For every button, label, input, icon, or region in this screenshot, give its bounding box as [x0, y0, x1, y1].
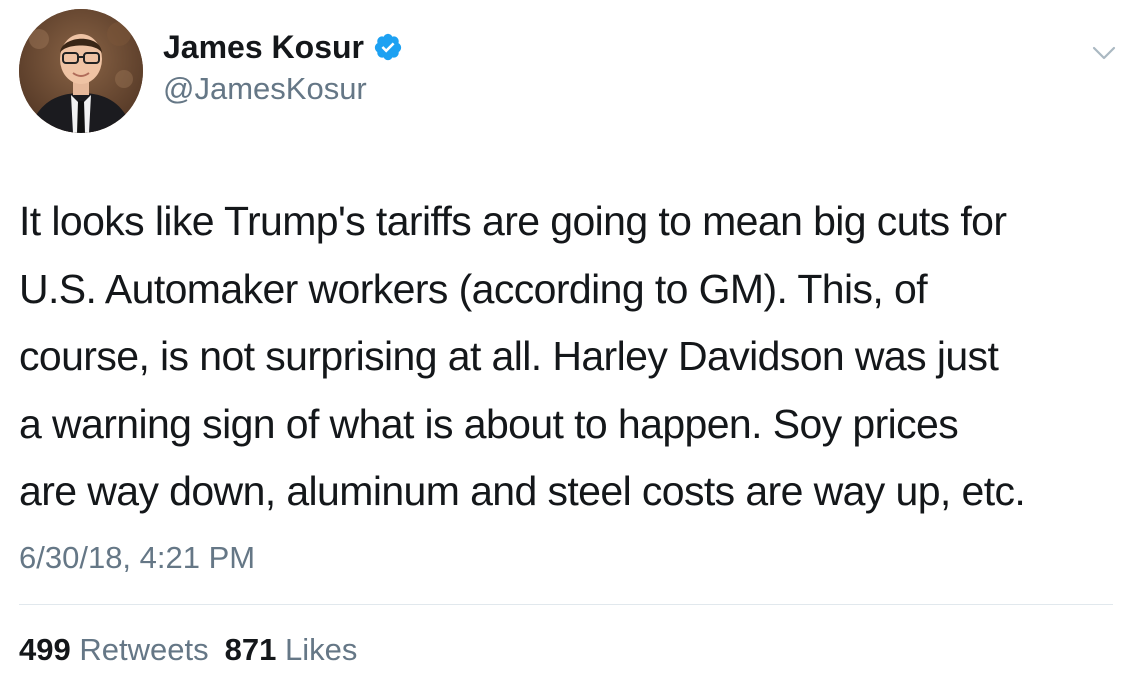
author-name[interactable]: James Kosur — [163, 27, 403, 67]
tweet-text: It looks like Trump's tariffs are going … — [19, 188, 1124, 526]
retweets-count: 499 — [19, 632, 71, 667]
verified-badge-icon — [374, 33, 402, 61]
tweet-text-line: a warning sign of what is about to happe… — [19, 400, 959, 447]
tweet-menu-button[interactable] — [1086, 38, 1122, 68]
chevron-down-icon — [1092, 46, 1116, 60]
author-handle[interactable]: @JamesKosur — [163, 70, 367, 108]
tweet-text-line: are way down, aluminum and steel costs a… — [19, 468, 1026, 514]
likes-stat[interactable]: 871 Likes — [225, 632, 358, 667]
likes-count: 871 — [224, 632, 277, 667]
tweet-stats: 499 Retweets 871 Likes — [19, 630, 357, 670]
retweets-label: Retweets — [79, 632, 209, 667]
avatar-photo — [19, 9, 143, 133]
tweet-text-line: It looks like Trump's tariffs are going … — [19, 198, 1007, 244]
likes-label: Likes — [284, 632, 358, 667]
divider — [19, 604, 1113, 605]
tweet-text-line: course, is not surprising at all. Harley… — [19, 333, 999, 379]
author-display-name[interactable]: James Kosur — [163, 27, 364, 67]
tweet-timestamp[interactable]: 6/30/18, 4:21 PM — [19, 538, 255, 578]
retweets-stat[interactable]: 499 Retweets — [19, 632, 209, 667]
avatar[interactable] — [19, 9, 143, 133]
tweet-text-line: U.S. Automaker workers (according to GM)… — [19, 265, 928, 312]
